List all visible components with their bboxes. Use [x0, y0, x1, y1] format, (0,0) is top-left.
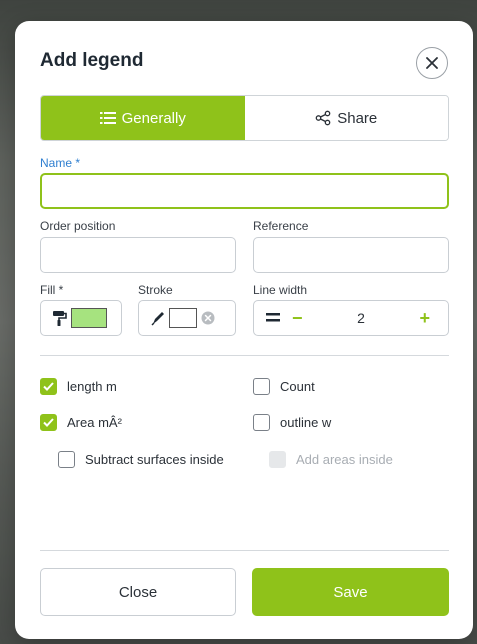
count-checkbox[interactable] — [253, 378, 270, 395]
outline-checkbox[interactable] — [253, 414, 270, 431]
fill-color-picker[interactable] — [40, 300, 122, 336]
reference-input[interactable] — [253, 237, 449, 273]
add-areas-label: Add areas inside — [296, 452, 393, 467]
add-legend-dialog: Add legend Generally Share Name * Order … — [15, 21, 473, 639]
close-dialog-button[interactable] — [416, 47, 448, 79]
share-icon — [315, 110, 331, 126]
tab-generally-label: Generally — [121, 109, 186, 127]
stroke-label: Stroke — [138, 283, 173, 297]
add-areas-checkbox-row: Add areas inside — [269, 451, 393, 468]
count-checkbox-row[interactable]: Count — [253, 378, 315, 395]
pen-icon — [151, 312, 164, 326]
clear-stroke-icon[interactable] — [201, 311, 215, 325]
name-label: Name * — [40, 156, 81, 170]
paint-roller-icon — [53, 311, 67, 326]
subtract-label: Subtract surfaces inside — [85, 452, 224, 467]
area-checkbox-row[interactable]: Area mÂ² — [40, 414, 122, 431]
save-button[interactable]: Save — [252, 568, 449, 616]
outline-label: outline w — [280, 415, 332, 430]
area-checkbox[interactable] — [40, 414, 57, 431]
line-width-stepper: − 2 + — [253, 300, 449, 336]
name-input[interactable] — [40, 173, 449, 209]
close-button[interactable]: Close — [40, 568, 236, 616]
subtract-checkbox[interactable] — [58, 451, 75, 468]
dialog-title: Add legend — [40, 50, 144, 71]
line-width-label: Line width — [253, 283, 308, 297]
order-position-input[interactable] — [40, 237, 236, 273]
line-width-decrement[interactable]: − — [292, 308, 303, 329]
fill-swatch — [71, 308, 107, 328]
line-width-value[interactable]: 2 — [303, 310, 420, 326]
outline-checkbox-row[interactable]: outline w — [253, 414, 331, 431]
check-icon — [43, 418, 54, 427]
tab-share[interactable]: Share — [244, 96, 448, 140]
close-icon — [426, 57, 438, 69]
subtract-checkbox-row[interactable]: Subtract surfaces inside — [58, 451, 224, 468]
list-icon — [99, 112, 116, 124]
stroke-color-picker[interactable] — [138, 300, 236, 336]
tab-share-label: Share — [337, 109, 378, 127]
line-width-increment[interactable]: + — [419, 308, 430, 329]
length-checkbox-row[interactable]: length m — [40, 378, 117, 395]
length-checkbox[interactable] — [40, 378, 57, 395]
tab-generally[interactable]: Generally — [41, 96, 245, 140]
length-label: length m — [67, 379, 117, 394]
check-icon — [43, 382, 54, 391]
fill-label: Fill * — [40, 283, 64, 297]
add-areas-checkbox — [269, 451, 286, 468]
reference-label: Reference — [253, 219, 309, 233]
order-position-label: Order position — [40, 219, 116, 233]
area-label: Area mÂ² — [67, 415, 122, 430]
count-label: Count — [280, 379, 315, 394]
stroke-swatch — [169, 308, 197, 328]
divider-top — [40, 355, 449, 356]
line-width-icon — [266, 313, 280, 322]
divider-bottom — [40, 550, 449, 551]
tab-bar: Generally Share — [40, 95, 449, 141]
